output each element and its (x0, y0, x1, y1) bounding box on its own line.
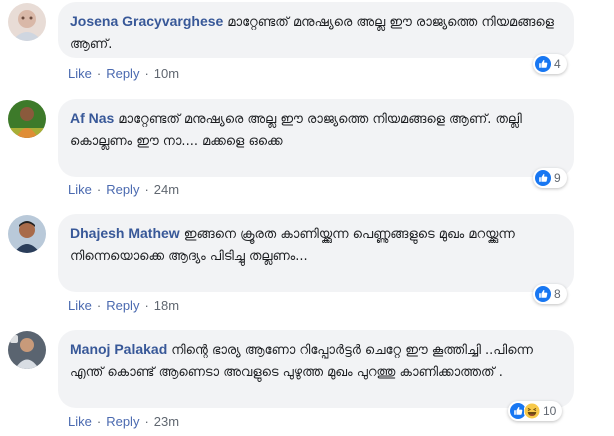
reaction-summary[interactable]: 8 (533, 284, 567, 304)
separator-dot: · (96, 66, 102, 81)
comment-author[interactable]: Af Nas (70, 110, 114, 126)
comment-author[interactable]: Manoj Palakad (70, 341, 167, 357)
reply-link[interactable]: Reply (106, 298, 139, 313)
comment-timestamp[interactable]: 10m (154, 66, 179, 81)
like-link[interactable]: Like (68, 298, 92, 313)
comment-timestamp[interactable]: 23m (154, 414, 179, 429)
reply-link[interactable]: Reply (106, 182, 139, 197)
comment-author[interactable]: Josena Gracyvarghese (70, 13, 223, 29)
comment-text: മാറ്റേണ്ടത് മനുഷ്യരെ അല്ല ഈ രാജ്യത്തെ നി… (70, 112, 522, 149)
reaction-summary[interactable]: 4 (533, 54, 567, 74)
avatar[interactable] (8, 3, 46, 41)
haha-icon (524, 403, 540, 419)
comment-actions: Like · Reply · 24m (68, 182, 179, 197)
like-link[interactable]: Like (68, 66, 92, 81)
avatar[interactable] (8, 215, 46, 253)
separator-dot: · (144, 298, 149, 313)
separator-dot: · (96, 182, 102, 197)
like-link[interactable]: Like (68, 182, 92, 197)
comment-bubble: Manoj Palakad നിന്റെ ഭാര്യ ആണോ റിപ്പോർട്ട… (58, 330, 574, 408)
reaction-summary[interactable]: 10 (508, 401, 563, 421)
reply-link[interactable]: Reply (106, 66, 139, 81)
separator-dot: · (144, 66, 149, 81)
like-icon (535, 170, 551, 186)
like-icon (535, 56, 551, 72)
reaction-count: 4 (554, 57, 561, 71)
comment-actions: Like · Reply · 23m (68, 414, 179, 429)
comment-bubble: Af Nas മാറ്റേണ്ടത് മനുഷ്യരെ അല്ല ഈ രാജ്യത… (58, 99, 574, 177)
comment-timestamp[interactable]: 18m (154, 298, 179, 313)
avatar[interactable] (8, 100, 46, 138)
comment-timestamp[interactable]: 24m (154, 182, 179, 197)
comment-actions: Like · Reply · 18m (68, 298, 179, 313)
reaction-summary[interactable]: 9 (533, 168, 567, 188)
separator-dot: · (96, 414, 102, 429)
reaction-count: 10 (543, 404, 557, 418)
reaction-count: 9 (554, 171, 561, 185)
separator-dot: · (144, 414, 149, 429)
reply-link[interactable]: Reply (106, 414, 139, 429)
comment-actions: Like · Reply · 10m (68, 66, 179, 81)
avatar[interactable] (8, 331, 46, 369)
separator-dot: · (96, 298, 102, 313)
comment-bubble: Dhajesh Mathew ഇങ്ങനെ ക്രൂരത കാണിയ്ക്കുന്… (58, 214, 574, 292)
like-icon (535, 286, 551, 302)
reaction-count: 8 (554, 287, 561, 301)
comment-author[interactable]: Dhajesh Mathew (70, 225, 180, 241)
like-link[interactable]: Like (68, 414, 92, 429)
separator-dot: · (144, 182, 149, 197)
comment-bubble: Josena Gracyvarghese മാറ്റേണ്ടത് മനുഷ്യരെ… (58, 2, 574, 58)
